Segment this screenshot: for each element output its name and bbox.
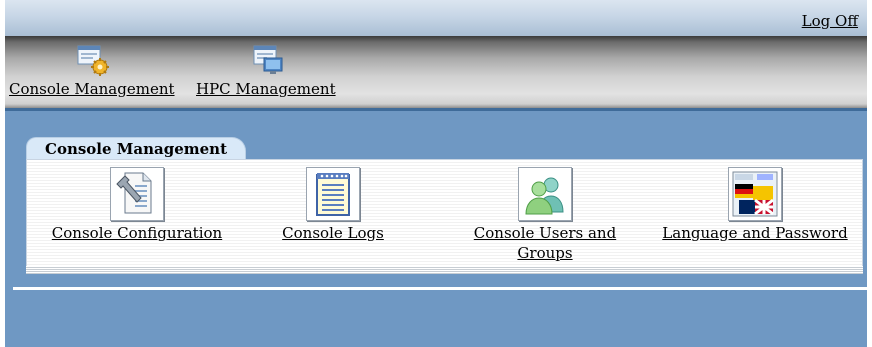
toolbar-item-console-management[interactable]: Console Management [9, 44, 175, 98]
console-logs-link[interactable]: Console Logs [233, 223, 433, 243]
language-and-password-link[interactable]: Language and Password [655, 223, 855, 243]
toolbar-item-label[interactable]: HPC Management [196, 80, 336, 98]
console-configuration-link[interactable]: Console Configuration [37, 223, 237, 243]
console-logs-item[interactable]: Console Logs [233, 167, 433, 243]
toolbar-item-hpc-management[interactable]: HPC Management [196, 44, 336, 98]
language-and-password-item[interactable]: Language and Password [655, 167, 855, 243]
divider-line [13, 287, 867, 290]
hpc-management-icon [246, 44, 286, 76]
toolbar-item-label[interactable]: Console Management [9, 80, 175, 98]
logoff-link[interactable]: Log Off [802, 12, 858, 30]
main-toolbar: Console Management HPC Management [5, 36, 867, 108]
tab-console-management[interactable]: Console Management [26, 137, 246, 160]
language-flags-icon [728, 167, 782, 221]
users-groups-icon [518, 167, 572, 221]
panel-bottom-edge [26, 266, 863, 274]
console-management-icon [72, 44, 112, 76]
console-configuration-item[interactable]: Console Configuration [37, 167, 237, 243]
configuration-document-wrench-icon [110, 167, 164, 221]
console-users-and-groups-link[interactable]: Console Users and Groups [445, 223, 645, 263]
top-bar: Log Off [5, 0, 867, 36]
notepad-logs-icon [306, 167, 360, 221]
content-area: Console Management Console Configuration [5, 108, 867, 347]
console-window: Log Off Console Management HPC Managemen… [5, 0, 867, 347]
console-users-and-groups-item[interactable]: Console Users and Groups [445, 167, 645, 263]
